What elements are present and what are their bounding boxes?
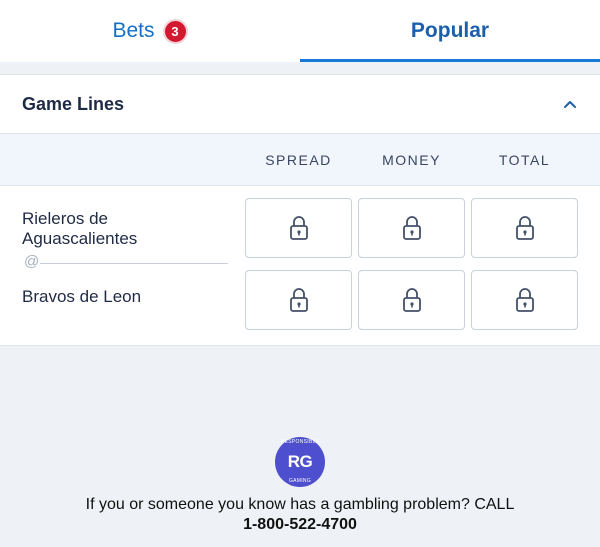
- game-lines-title: Game Lines: [22, 93, 125, 114]
- lock-icon: [289, 288, 308, 312]
- lock-icon: [289, 216, 308, 240]
- home-total-cell[interactable]: [471, 270, 578, 330]
- away-total-cell[interactable]: [471, 198, 578, 258]
- rg-logo-text: RG: [287, 452, 313, 471]
- home-spread-cell[interactable]: [245, 270, 352, 330]
- away-team-line1: Rieleros de: [22, 209, 108, 228]
- team-divider: [40, 263, 228, 264]
- gambling-help-text: If you or someone you know has a gamblin…: [85, 496, 515, 513]
- game-lines-card: Game Lines SPREAD MONEY TOTAL Rieleros d…: [0, 74, 600, 345]
- away-spread-cell[interactable]: [245, 198, 352, 258]
- tab-bets[interactable]: Bets 3: [0, 0, 300, 62]
- column-header-money: MONEY: [382, 152, 441, 168]
- tab-bar: Bets 3 Popular: [0, 0, 600, 62]
- chevron-up-icon[interactable]: [562, 96, 578, 112]
- away-team-line2: Aguascalientes: [22, 229, 138, 248]
- game-lines-header[interactable]: Game Lines: [0, 75, 600, 134]
- column-header-spread: SPREAD: [265, 152, 332, 168]
- responsible-gaming-footer: RESPONSIBLE RG GAMING If you or someone …: [0, 345, 600, 547]
- home-team-name: Bravos de Leon: [22, 287, 142, 306]
- lock-icon: [402, 288, 421, 312]
- lock-icon: [515, 288, 534, 312]
- column-headers: SPREAD MONEY TOTAL: [0, 134, 600, 186]
- home-money-cell[interactable]: [358, 270, 465, 330]
- lock-icon: [515, 216, 534, 240]
- rg-arc-top-text: RESPONSIBLE: [280, 439, 320, 445]
- away-money-cell[interactable]: [358, 198, 465, 258]
- responsible-gaming-logo[interactable]: RESPONSIBLE RG GAMING: [275, 437, 325, 487]
- at-symbol: @: [24, 253, 40, 270]
- helpline-phone[interactable]: 1-800-522-4700: [0, 516, 600, 534]
- tab-popular[interactable]: Popular: [300, 0, 600, 62]
- column-header-total: TOTAL: [498, 152, 551, 168]
- away-team-name: Rieleros de Aguascalientes: [22, 209, 137, 249]
- matchup-rows: Rieleros de Aguascalientes @ Bravos de L…: [0, 186, 600, 344]
- bets-count-badge: 3: [162, 18, 188, 44]
- tab-bets-label: Bets: [112, 19, 155, 42]
- section-gap: [0, 62, 600, 74]
- tab-popular-label: Popular: [410, 19, 490, 42]
- rg-arc-bottom-text: GAMING: [288, 478, 312, 484]
- lock-icon: [402, 216, 421, 240]
